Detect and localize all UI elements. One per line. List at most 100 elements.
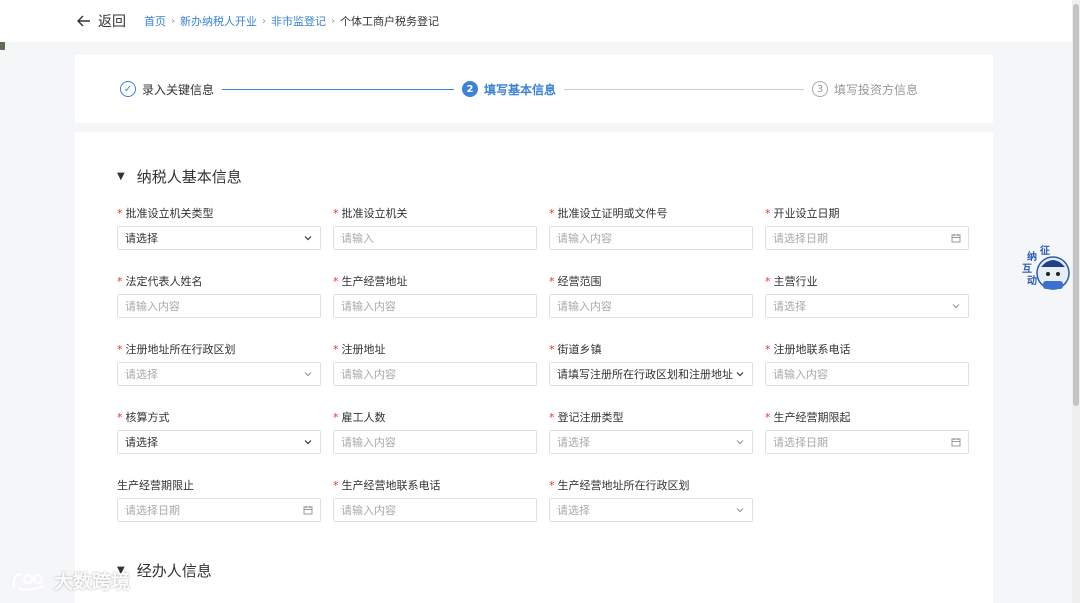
chevron-down-icon: [736, 372, 744, 377]
field-placeholder: 请选择日期: [773, 232, 828, 245]
text-input[interactable]: 请输入内容: [117, 294, 321, 318]
chevron-down-icon: [736, 440, 744, 445]
text-input[interactable]: 请输入内容: [765, 362, 969, 386]
field-placeholder: 请输入内容: [557, 232, 612, 245]
required-asterisk: *: [549, 275, 555, 288]
breadcrumb-home[interactable]: 首页: [144, 13, 166, 29]
section-title: 经办人信息: [136, 562, 212, 580]
form-field: * 生产经营期限起请选择日期: [765, 411, 969, 454]
check-icon: ✓: [120, 81, 136, 97]
field-label-text: 街道乡镇: [557, 343, 602, 356]
scrollbar-thumb[interactable]: [1073, 4, 1079, 406]
form-field: * 雇工人数请输入内容: [333, 411, 537, 454]
select-dropdown[interactable]: 请选择: [549, 430, 753, 454]
form-field: * 注册地址所在行政区划 请选择: [117, 343, 321, 386]
field-label: * 生产经营地联系电话: [333, 479, 537, 493]
required-asterisk: *: [333, 207, 339, 220]
text-input[interactable]: 请输入内容: [549, 226, 753, 250]
chevron-down-icon: [304, 236, 312, 241]
field-label-text: 注册地址所在行政区划: [125, 343, 236, 356]
breadcrumb-current: 个体工商户税务登记: [340, 15, 439, 28]
step-connector-done: [222, 88, 455, 90]
step-2: 2 填写基本信息: [462, 81, 556, 98]
calendar-icon: [951, 234, 961, 243]
date-picker[interactable]: 请选择日期: [117, 498, 321, 522]
field-label-text: 生产经营地址: [341, 275, 408, 288]
breadcrumb-separator-icon: ›: [171, 15, 175, 27]
field-label: * 生产经营期限起: [765, 411, 969, 425]
scrollbar[interactable]: [1072, 0, 1080, 603]
form-field: * 核算方式 请选择: [117, 411, 321, 454]
breadcrumb-new-taxpayer[interactable]: 新办纳税人开业: [180, 13, 257, 29]
field-label-text: 开业设立日期: [773, 207, 840, 220]
required-asterisk: *: [765, 275, 771, 288]
steps-progress: ✓ 录入关键信息 2 填写基本信息 3 填写投资方信息: [75, 55, 993, 123]
field-label-text: 批准设立机关类型: [125, 207, 214, 220]
breadcrumb-non-market[interactable]: 非市监登记: [271, 13, 326, 29]
watermark-logo: [12, 572, 45, 591]
step-2-number: 2: [462, 81, 479, 97]
breadcrumb-separator-icon: ›: [262, 15, 266, 27]
select-dropdown[interactable]: 请选择: [765, 294, 969, 318]
arrow-left-icon: [77, 15, 90, 27]
mascot-char: 互: [1022, 264, 1032, 275]
text-input[interactable]: 请输入内容: [549, 294, 753, 318]
form-field: * 法定代表人姓名 请输入内容: [117, 275, 321, 318]
mascot-char: 动: [1027, 276, 1037, 287]
required-asterisk: *: [333, 343, 339, 356]
mascot-widget[interactable]: 征 纳 互 动: [1019, 245, 1071, 295]
text-input[interactable]: 请输入内容: [333, 430, 537, 454]
required-asterisk: *: [333, 275, 339, 288]
form-field: 生产经营期限止 请选择日期: [117, 479, 321, 522]
date-picker[interactable]: 请选择日期: [765, 430, 969, 454]
select-dropdown[interactable]: 请选择: [549, 498, 753, 522]
field-placeholder: 请输入内容: [341, 436, 396, 449]
select-dropdown[interactable]: 请填写注册所在行政区划和注册地址: [549, 362, 753, 386]
form-field: * 开业设立日期 请选择日期: [765, 207, 969, 250]
form-field: * 生产经营地址请输入内容: [333, 275, 537, 318]
select-dropdown[interactable]: 请选择: [117, 226, 321, 250]
text-input[interactable]: 请输入内容: [333, 498, 537, 522]
form-field: * 生产经营地址所在行政区划 请选择: [549, 479, 753, 522]
required-asterisk: *: [765, 343, 771, 356]
back-button[interactable]: 返回: [76, 11, 126, 31]
field-placeholder: 请选择: [773, 300, 806, 313]
field-label: * 批准设立机关: [333, 207, 537, 221]
field-label: * 雇工人数: [333, 411, 537, 425]
text-input[interactable]: 请输入: [333, 226, 537, 250]
field-placeholder: 请选择: [125, 368, 158, 381]
select-dropdown[interactable]: 请选择: [117, 430, 321, 454]
form-field: * 经营范围请输入内容: [549, 275, 753, 318]
form-field: * 登记注册类型 请选择: [549, 411, 753, 454]
field-placeholder: 请选择日期: [773, 436, 828, 449]
field-placeholder: 请输入内容: [557, 300, 612, 313]
field-placeholder: 请选择: [557, 436, 590, 449]
field-label-text: 雇工人数: [341, 411, 386, 424]
required-asterisk: *: [333, 479, 339, 492]
section-taxpayer-basic[interactable]: ▼ 纳税人基本信息: [117, 166, 242, 187]
field-label-text: 主营行业: [773, 275, 818, 288]
collapse-triangle-icon: ▼: [117, 171, 125, 182]
field-label-text: 生产经营期限起: [773, 411, 851, 424]
form-field: * 主营行业请选择: [765, 275, 969, 318]
step-connector-pending: [564, 88, 805, 90]
step-1: ✓ 录入关键信息: [120, 81, 214, 98]
required-asterisk: *: [549, 343, 555, 356]
text-input[interactable]: 请输入内容: [333, 362, 537, 386]
section-handler-info[interactable]: ▼ 经办人信息: [117, 560, 212, 581]
field-label-text: 注册地联系电话: [773, 343, 851, 356]
field-placeholder: 请输入内容: [773, 368, 828, 381]
field-label: * 批准设立机关类型: [117, 207, 321, 221]
field-placeholder: 请输入: [341, 232, 374, 245]
required-asterisk: *: [117, 275, 123, 288]
text-input[interactable]: 请输入内容: [333, 294, 537, 318]
form-field: * 生产经营地联系电话请输入内容: [333, 479, 537, 522]
date-picker[interactable]: 请选择日期: [765, 226, 969, 250]
field-placeholder: 请选择日期: [125, 504, 180, 517]
calendar-icon: [303, 506, 313, 515]
field-value: 请选择: [125, 232, 158, 245]
form-card: ▼ 纳税人基本信息 * 批准设立机关类型 请选择 * 批准设立机关 请输入 * 批准设立证明或…: [75, 132, 993, 603]
required-asterisk: *: [333, 411, 339, 424]
field-label-text: 经营范围: [557, 275, 602, 288]
select-dropdown[interactable]: 请选择: [117, 362, 321, 386]
